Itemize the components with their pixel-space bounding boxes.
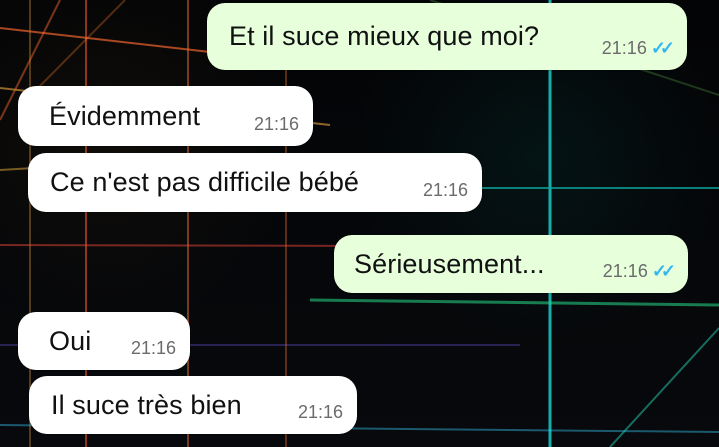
message-bubble-outgoing: Sérieusement... 21:16 ✓✓ [334, 235, 688, 293]
message-time: 21:16 [602, 261, 648, 281]
message-meta: 21:16 ✓✓ [601, 37, 675, 59]
double-check-icon: ✓✓ [651, 260, 676, 281]
message-bubble-incoming: Oui 21:16 [18, 312, 190, 370]
message-bubble-incoming: Ce n'est pas difficile bébé 21:16 [28, 153, 482, 212]
message-bubble-outgoing: Et il suce mieux que moi? 21:16 ✓✓ [207, 3, 687, 70]
message-text: Évidemment [49, 100, 201, 131]
chat-thread: Et il suce mieux que moi? 21:16 ✓✓ Évide… [0, 0, 719, 447]
message-time: 21:16 [297, 402, 343, 422]
message-meta: 21:16 ✓✓ [602, 260, 676, 282]
message-time: 21:16 [130, 338, 176, 358]
message-bubble-incoming: Il suce très bien 21:16 [29, 376, 357, 434]
message-text: Ce n'est pas difficile bébé [50, 167, 360, 197]
message-meta: 21:16 [131, 338, 176, 359]
message-text: Oui [49, 325, 92, 356]
message-time: 21:16 [601, 38, 647, 58]
message-bubble-incoming: Évidemment 21:16 [18, 86, 313, 146]
message-time: 21:16 [253, 114, 299, 134]
message-text: Il suce très bien [51, 389, 242, 420]
message-time: 21:16 [422, 180, 468, 200]
message-text: Et il suce mieux que moi? [229, 21, 540, 51]
message-text: Sérieusement... [354, 248, 545, 279]
double-check-icon: ✓✓ [650, 37, 675, 58]
message-meta: 21:16 [254, 114, 299, 135]
message-meta: 21:16 [298, 402, 343, 423]
message-meta: 21:16 [423, 180, 468, 201]
